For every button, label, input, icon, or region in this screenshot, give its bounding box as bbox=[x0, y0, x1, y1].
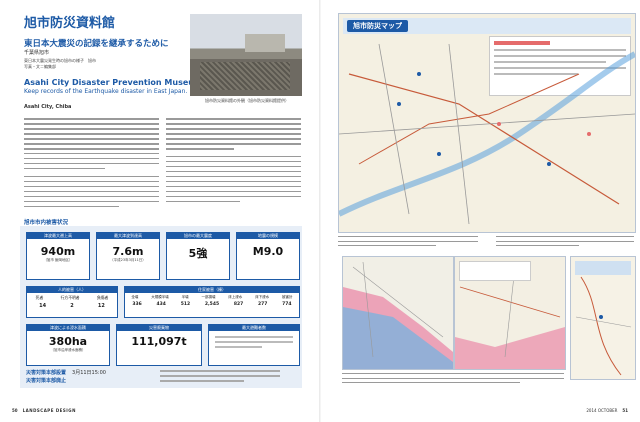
disaster-map-main: 旭市防災マップ bbox=[338, 13, 636, 233]
location: 千葉県旭市 bbox=[24, 50, 50, 56]
page-subtitle: 東日本大震災の記録を継承するために bbox=[24, 39, 169, 49]
body-text-col2 bbox=[166, 118, 301, 206]
map-caption-left bbox=[338, 236, 478, 250]
right-page: 旭市防災マップ 2014 OCTOBER 51 bbox=[320, 0, 640, 422]
credit-line-1: 東日本大震災発生時の旭市の様子 旭市 bbox=[24, 58, 96, 63]
bottom-caption bbox=[342, 373, 564, 387]
stat-tsunami-runup: 津波最大遡上高 940m （旭市 飯岡地区） bbox=[26, 232, 90, 280]
stat-flood-area: 津波による浸水面積 380ha （旭市沿岸浸水面積） bbox=[26, 324, 110, 366]
info-right-lines bbox=[160, 370, 280, 385]
stat-disaster-waste: 災害廃棄物 111,097t bbox=[116, 324, 202, 366]
museum-photo bbox=[190, 14, 302, 96]
english-title: Asahi City Disaster Prevention Museum bbox=[24, 78, 203, 87]
stat-evacuees: 最大避難者数 bbox=[208, 324, 300, 366]
stat-seismic-intensity: 旭市の最大震度 5強 bbox=[166, 232, 230, 280]
route-map bbox=[570, 256, 636, 380]
stat-tsunami-height: 最大津波到達高 7.6m （平成23年3月11日） bbox=[96, 232, 160, 280]
photo-caption: 旭市防災資料館の外観（旭市防災資料館提供） bbox=[205, 98, 289, 103]
section-header: 旭市市内被害状況 bbox=[24, 220, 69, 226]
stat-magnitude: 地震の規模 M9.0 bbox=[236, 232, 300, 280]
evacuation-map bbox=[454, 256, 566, 370]
info-row-1: 災害対策本部設置 3月11日15:00 bbox=[26, 370, 106, 376]
hazard-shading bbox=[343, 261, 453, 369]
map-roads bbox=[339, 43, 635, 225]
english-subtitle: Keep records of the Earthquake disaster … bbox=[24, 88, 188, 95]
housing-damage-box: 住家被害（棟） 全壊 大規模半壊 半壊 一部損壊 床上浸水 床下浸水 被害計 336 434 5… bbox=[124, 286, 300, 318]
route-lines bbox=[575, 276, 632, 376]
page-title: 旭市防災資料館 bbox=[24, 16, 116, 31]
body-text-col1 bbox=[24, 118, 159, 211]
left-page: 旭市防災資料館 東日本大震災の記録を継承するために 千葉県旭市 東日本大震災発生… bbox=[0, 0, 320, 422]
right-folio: 2014 OCTOBER 51 bbox=[586, 408, 628, 413]
english-location: Asahi City, Chiba bbox=[24, 104, 72, 110]
credit-line-2: 写真・文＝編集部 bbox=[24, 64, 56, 69]
info-row-2: 災害対策本部廃止 bbox=[26, 378, 67, 384]
left-folio: 50 LANDSCAPE DESIGN bbox=[12, 408, 76, 413]
casualties-box: 人的被害（人） 死者 行方不明者 負傷者 14 2 12 bbox=[26, 286, 118, 318]
tsunami-hazard-map bbox=[342, 256, 454, 370]
map-caption-right bbox=[496, 236, 634, 250]
